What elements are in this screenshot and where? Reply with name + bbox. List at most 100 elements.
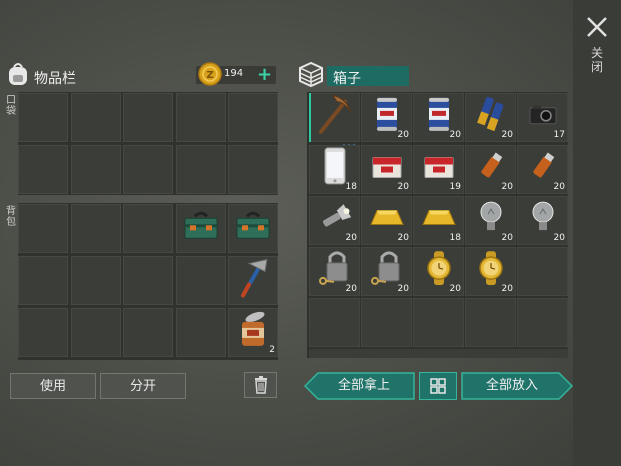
backpack-icon [9, 63, 27, 85]
trash-icon [255, 376, 267, 394]
backpack-slot[interactable] [123, 204, 173, 253]
pocket-slot[interactable] [176, 93, 226, 142]
box-slot[interactable]: 20 [413, 93, 464, 142]
backpack-label: 背包 [6, 206, 16, 228]
coin-icon: Z [198, 62, 222, 86]
pocket-slot[interactable] [123, 93, 173, 142]
box-slot[interactable]: 20 [361, 196, 412, 245]
pocket-slot[interactable] [228, 93, 278, 142]
pocket-slot[interactable] [176, 145, 226, 194]
soda-can-icon [375, 94, 399, 136]
svg-text:Z: Z [206, 70, 213, 81]
take-all-button[interactable]: 全部拿上 [318, 373, 410, 399]
item-quantity: 20 [449, 130, 461, 140]
split-button[interactable]: 分开 [100, 373, 186, 399]
box-slot[interactable]: 20 [413, 247, 464, 296]
box-slot[interactable] [413, 298, 464, 347]
box-slot[interactable] [309, 298, 360, 347]
light-bulb-icon [531, 200, 555, 238]
usb-drive-icon [531, 151, 555, 185]
backpack-slot[interactable] [123, 308, 173, 357]
backpack-slot[interactable] [18, 256, 68, 305]
backpack-slot[interactable] [228, 256, 278, 305]
item-quantity: 20 [397, 182, 409, 192]
crate-icon [299, 61, 323, 88]
soda-can-icon [427, 94, 451, 136]
durability-dots [342, 133, 358, 148]
box-slot[interactable]: 20 [361, 247, 412, 296]
box-slot[interactable]: 20 [309, 196, 360, 245]
backpack-slot[interactable] [18, 204, 68, 253]
item-quantity: 20 [553, 233, 565, 243]
sort-button[interactable] [419, 372, 457, 400]
inventory-title: 物品栏 [34, 71, 76, 87]
box-slot[interactable]: 20 [361, 145, 412, 194]
box-slot[interactable]: 20 [465, 93, 516, 142]
gold-bar-icon [421, 204, 457, 234]
item-quantity: 2 [269, 345, 275, 355]
close-label[interactable]: 关闭 [589, 46, 605, 74]
item-quantity: 20 [449, 284, 461, 294]
pocket-slot[interactable] [228, 145, 278, 194]
box-slot[interactable]: 17 [517, 93, 568, 142]
item-quantity: 17 [553, 130, 565, 140]
toolbox-icon [234, 210, 272, 244]
box-slot[interactable]: 19 [413, 145, 464, 194]
discard-button[interactable] [244, 372, 277, 398]
box-slot[interactable]: 20 [465, 247, 516, 296]
pocket-slot[interactable] [123, 145, 173, 194]
pocket-slot[interactable] [71, 145, 121, 194]
box-slot[interactable]: 18 [413, 196, 464, 245]
box-slot[interactable]: 20 [465, 196, 516, 245]
tin-can-icon [238, 309, 268, 351]
item-quantity: 20 [501, 233, 513, 243]
backpack-slot[interactable] [176, 256, 226, 305]
light-bulb-icon [479, 200, 503, 238]
cigarettes-icon [423, 153, 455, 183]
backpack-slot[interactable]: 2 [228, 308, 278, 357]
box-title: 箱子 [333, 71, 361, 87]
gold-watch-icon [475, 250, 507, 289]
gold-bar-icon [369, 204, 405, 234]
backpack-slot[interactable] [71, 256, 121, 305]
box-slot[interactable]: 20 [309, 247, 360, 296]
use-button[interactable]: 使用 [10, 373, 96, 399]
add-coins-button[interactable]: + [257, 64, 272, 85]
box-slot[interactable]: 20 [517, 196, 568, 245]
smartphone-icon [323, 146, 347, 188]
backpack-slot[interactable] [18, 308, 68, 357]
gold-watch-icon [423, 250, 455, 289]
pocket-slot[interactable] [18, 93, 68, 142]
backpack-slot[interactable] [71, 204, 121, 253]
item-quantity: 20 [553, 182, 565, 192]
box-slot[interactable] [517, 247, 568, 296]
item-quantity: 18 [345, 182, 357, 192]
pickaxe-icon [315, 91, 355, 139]
box-slot[interactable]: 20 [465, 145, 516, 194]
cigarettes-icon [371, 153, 403, 183]
item-quantity: 20 [501, 284, 513, 294]
pocket-slot[interactable] [71, 93, 121, 142]
box-slot[interactable]: 20 [361, 93, 412, 142]
item-quantity: 20 [345, 284, 357, 294]
box-slot[interactable] [309, 91, 360, 148]
item-quantity: 18 [449, 233, 461, 243]
close-icon[interactable] [584, 14, 610, 40]
hammer-icon [235, 253, 271, 303]
backpack-slot[interactable] [71, 308, 121, 357]
put-all-button[interactable]: 全部放入 [466, 373, 558, 399]
box-slot[interactable] [465, 298, 516, 347]
backpack-slot[interactable] [123, 256, 173, 305]
box-slot[interactable] [361, 298, 412, 347]
box-slot[interactable]: 18 [309, 145, 360, 194]
pockets-label: 口袋 [6, 95, 16, 117]
item-quantity: 20 [397, 284, 409, 294]
box-slot[interactable] [517, 298, 568, 347]
item-quantity: 20 [501, 182, 513, 192]
box-slot[interactable]: 20 [517, 145, 568, 194]
pocket-slot[interactable] [18, 145, 68, 194]
backpack-slot[interactable] [176, 308, 226, 357]
box-grid-overflow [309, 349, 568, 358]
backpack-slot[interactable] [176, 204, 226, 253]
backpack-slot[interactable] [228, 204, 278, 253]
